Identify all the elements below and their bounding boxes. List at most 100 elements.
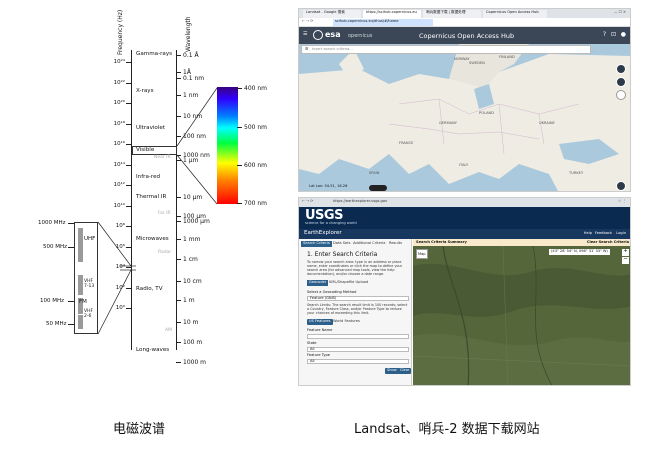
coordinate-readout: (43° 28' 54" N, 096° 31' 33" W) <box>549 249 610 255</box>
user-icon[interactable]: ● <box>621 31 626 38</box>
window-controls[interactable]: — ☐ ✕ <box>614 10 626 15</box>
field-label: State <box>307 341 317 345</box>
map-label: POLAND <box>479 111 494 115</box>
tab-additional-criteria[interactable]: Additional Criteria <box>351 241 387 247</box>
browser-tab[interactable]: https://scihub.copernicus.eu <box>363 10 421 18</box>
settings-control-icon[interactable] <box>616 181 626 191</box>
us-features-button[interactable]: US Features <box>307 319 333 325</box>
visible-spectrum-gradient <box>217 87 238 204</box>
world-features-button[interactable]: World Features <box>333 319 360 324</box>
zoom-out-button[interactable]: − <box>622 256 629 264</box>
nav-arrows-icon[interactable]: ← → ⟳ <box>302 199 313 204</box>
tab-data-sets[interactable]: Data Sets <box>331 241 353 247</box>
satellite-map[interactable]: (43° 28' 54" N, 096° 31' 33" W) Map + − <box>413 246 630 385</box>
browser-tab[interactable]: Copernicus Open Access Hub <box>483 10 547 18</box>
map-label: UKRAINE <box>539 121 555 125</box>
app-nav: EarthExplorer Help Feedback Login <box>299 229 630 239</box>
address-bar: ← → ⟳ scihub.copernicus.eu/dhus/#/home <box>299 18 630 27</box>
clear-button[interactable]: Clear <box>398 368 412 374</box>
search-sidebar: Search Criteria Data Sets Additional Cri… <box>299 239 412 385</box>
zoom-frequency-label: 100 MHz <box>40 298 65 304</box>
field-label: Feature Name <box>307 328 333 332</box>
map-label: FRANCE <box>399 141 414 145</box>
map-label: SWEDEN <box>469 61 485 65</box>
rainbow-tick <box>237 165 242 166</box>
radio-zoom-box: UHF VHF 7-13 FM VHF 2-6 <box>74 222 98 334</box>
brand-logo-text: esa <box>325 30 341 39</box>
cart-icon[interactable]: ⊡ <box>611 31 616 38</box>
help-icon[interactable]: ? <box>603 31 606 38</box>
field-label: Feature Type <box>307 353 330 357</box>
search-limits: Search Limits: The search result limit i… <box>307 303 408 316</box>
europe-map[interactable]: FINLAND SWEDEN NORWAY POLAND UKRAINE GER… <box>299 44 630 191</box>
clear-criteria-link[interactable]: Clear Search Criteria <box>587 240 629 245</box>
search-heading: 1. Enter Search Criteria <box>307 251 378 258</box>
nav-help[interactable]: Help <box>584 231 592 236</box>
navigation-control-icon[interactable] <box>616 77 626 87</box>
browser-tab[interactable]: 哨兵数据下载 | 数据处理 <box>423 10 481 18</box>
usgs-tagline: science for a changing world <box>305 221 357 225</box>
nav-feedback[interactable]: Feedback <box>595 231 612 236</box>
layers-control-icon[interactable] <box>616 64 626 74</box>
esa-logo-icon <box>313 30 323 40</box>
right-caption: Landsat、哨兵-2 数据下载网站 <box>354 422 540 437</box>
nav-login[interactable]: Login <box>616 231 626 236</box>
browser-tab[interactable]: Landsat - Google 搜索 <box>303 10 361 18</box>
rainbow-tick <box>237 88 242 89</box>
map-status: Lat Lon: 54.51, 16.26 <box>309 184 348 188</box>
rainbow-label: 700 nm <box>244 200 268 207</box>
tab-search-criteria[interactable]: Search Criteria <box>301 241 332 247</box>
rainbow-label: 500 nm <box>244 124 268 131</box>
electromagnetic-spectrum-figure: Frequency (Hz) Wavelength 10²⁴ 10²² 10²⁰ 10… <box>0 0 290 400</box>
browser-address-bar: ← → ⟳ https://earthexplorer.usgs.gov ☆ ⋮ <box>299 198 630 207</box>
tab-results[interactable]: Results <box>387 241 404 247</box>
brand-sub-text: opernicus <box>348 33 373 39</box>
zoom-frequency-label: 50 MHz <box>46 321 67 327</box>
map-header: Search Criteria Summary Clear Search Cri… <box>413 239 630 246</box>
geocode-select[interactable]: Feature (GNIS) <box>307 296 409 301</box>
map-type-label: Map <box>418 252 426 256</box>
zoom-in-button[interactable]: + <box>622 248 629 256</box>
copernicus-hub-screenshot: Landsat - Google 搜索 https://scihub.coper… <box>298 8 631 192</box>
rainbow-label: 400 nm <box>244 85 268 92</box>
zoom-band-label: VHF 7-13 <box>84 279 95 289</box>
map-label: ITALY <box>459 163 469 167</box>
feature-type-select[interactable]: All <box>307 359 409 364</box>
nav-arrows-icon[interactable]: ← → ⟳ <box>302 19 313 24</box>
show-button[interactable]: Show <box>385 368 399 374</box>
map-landmass <box>299 44 630 191</box>
zoom-band-label: UHF <box>84 236 96 242</box>
map-label: TURKEY <box>569 171 584 175</box>
rainbow-label: 600 nm <box>244 162 268 169</box>
usgs-earthexplorer-screenshot: ← → ⟳ https://earthexplorer.usgs.gov ☆ ⋮… <box>298 197 631 386</box>
satellite-texture <box>413 246 630 385</box>
zoom-band-label: VHF 2-6 <box>84 309 94 319</box>
app-name: EarthExplorer <box>304 230 342 236</box>
search-intro: To narrow your search area: type in an a… <box>307 260 403 277</box>
url-field[interactable]: scihub.copernicus.eu/dhus/#/home <box>333 19 433 26</box>
url-field[interactable]: https://earthexplorer.usgs.gov <box>333 199 387 204</box>
map-toggle[interactable] <box>369 185 387 191</box>
menu-icon[interactable]: ☰ <box>303 31 307 37</box>
zoom-frequency-label: 1000 MHz <box>38 220 66 226</box>
tab-kml-upload[interactable]: KML/Shapefile Upload <box>327 280 370 286</box>
menu-icon[interactable]: ☰ <box>305 47 308 52</box>
tab-geocoder[interactable]: Geocoder <box>307 280 329 286</box>
feature-name-input[interactable] <box>307 334 409 339</box>
usgs-header: USGS science for a changing world <box>299 207 630 229</box>
map-type-button[interactable]: Map <box>416 249 428 259</box>
map-label: SPAIN <box>369 171 380 175</box>
search-bar[interactable]: ☰ Insert search criteria... <box>301 45 591 54</box>
map-header-title: Search Criteria Summary <box>416 240 467 244</box>
rainbow-tick <box>237 127 242 128</box>
spectrum-caption: 电磁波谱 <box>113 422 166 437</box>
map-label: NORWAY <box>454 57 470 61</box>
app-header: ☰ esa opernicus Copernicus Open Access H… <box>299 27 630 44</box>
search-input[interactable]: Insert search criteria... <box>312 47 353 52</box>
map-label: FINLAND <box>499 55 515 59</box>
browser-tools-icon[interactable]: ☆ ⋮ <box>618 199 626 204</box>
draw-control-icon[interactable] <box>616 90 626 100</box>
browser-tab-bar: Landsat - Google 搜索 https://scihub.coper… <box>299 9 630 18</box>
state-select[interactable]: All <box>307 347 409 352</box>
rainbow-tick <box>237 203 242 204</box>
